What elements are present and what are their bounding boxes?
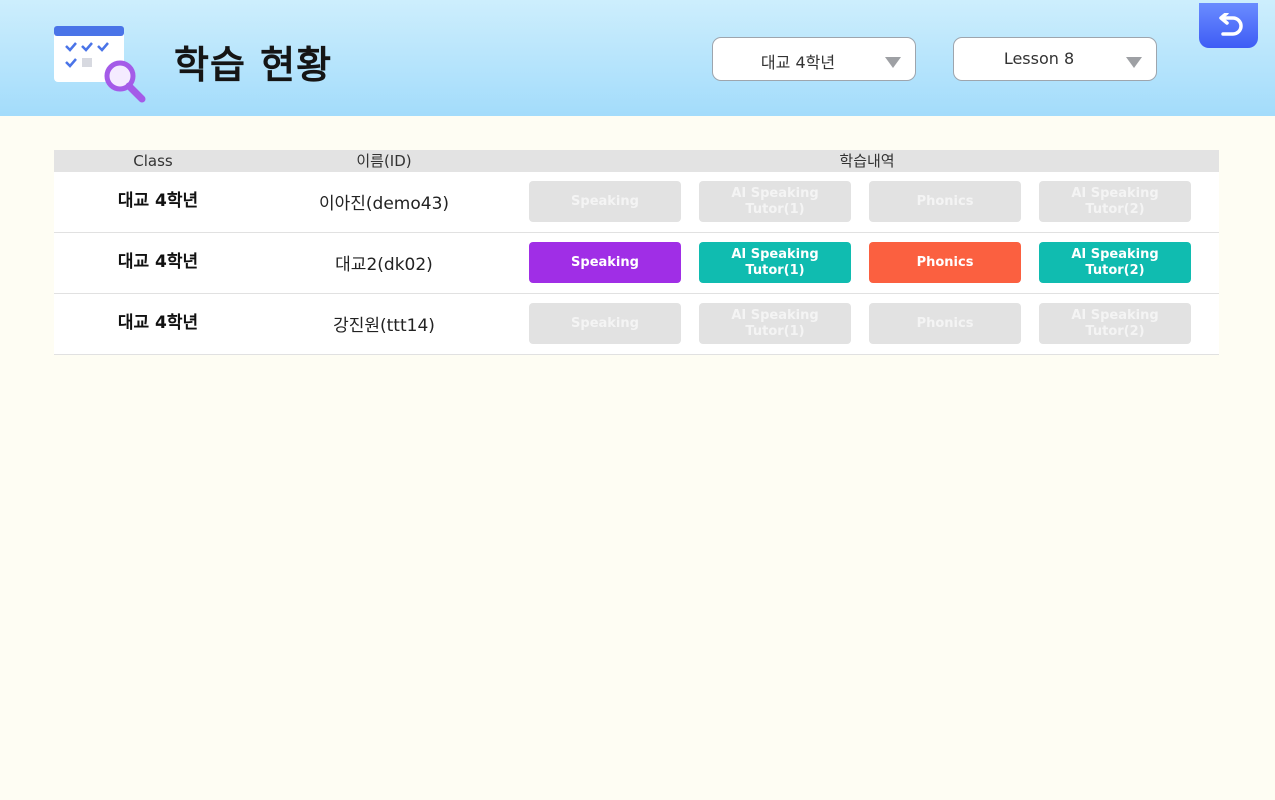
table-header: Class 이름(ID) 학습내역 — [54, 150, 1219, 172]
page-title: 학습 현황 — [174, 43, 333, 87]
ai-speaking-tutor-1-button[interactable]: AI Speaking Tutor(1) — [699, 242, 851, 283]
table-row: 대교 4학년 강진원(ttt14) Speaking AI Speaking T… — [54, 294, 1219, 355]
ai-speaking-tutor-1-button[interactable]: AI Speaking Tutor(1) — [699, 181, 851, 222]
student-name: 대교2(dk02) — [335, 255, 433, 275]
ai-speaking-tutor-1-button[interactable]: AI Speaking Tutor(1) — [699, 303, 851, 344]
ai-speaking-tutor-2-button[interactable]: AI Speaking Tutor(2) — [1039, 181, 1191, 222]
column-header-class: Class — [133, 152, 173, 170]
student-name: 강진원(ttt14) — [333, 316, 435, 336]
lesson-select-value: Lesson 8 — [1003, 49, 1075, 68]
header-bar: 학습 현황 대교 4학년 Lesson 8 — [0, 0, 1275, 116]
speaking-button[interactable]: Speaking — [529, 242, 681, 283]
table-row: 대교 4학년 대교2(dk02) Speaking AI Speaking Tu… — [54, 233, 1219, 294]
back-button[interactable] — [1199, 3, 1258, 48]
table-row: 대교 4학년 이아진(demo43) Speaking AI Speaking … — [54, 172, 1219, 233]
speaking-button[interactable]: Speaking — [529, 181, 681, 222]
student-class: 대교 4학년 — [117, 313, 199, 333]
lesson-select[interactable]: Lesson 8 — [953, 37, 1157, 81]
student-name: 이아진(demo43) — [318, 194, 450, 214]
undo-arrow-icon — [1218, 12, 1243, 36]
column-header-history: 학습내역 — [839, 152, 895, 170]
phonics-button[interactable]: Phonics — [869, 181, 1021, 222]
chevron-down-icon — [1126, 57, 1142, 68]
phonics-button[interactable]: Phonics — [869, 303, 1021, 344]
learning-status-table: Class 이름(ID) 학습내역 대교 4학년 이아진(demo43) Spe… — [54, 150, 1219, 355]
calendar-search-icon — [54, 26, 146, 103]
class-select[interactable]: 대교 4학년 — [712, 37, 916, 81]
ai-speaking-tutor-2-button[interactable]: AI Speaking Tutor(2) — [1039, 303, 1191, 344]
ai-speaking-tutor-2-button[interactable]: AI Speaking Tutor(2) — [1039, 242, 1191, 283]
chevron-down-icon — [885, 57, 901, 68]
column-header-name: 이름(ID) — [356, 152, 412, 170]
phonics-button[interactable]: Phonics — [869, 242, 1021, 283]
speaking-button[interactable]: Speaking — [529, 303, 681, 344]
student-class: 대교 4학년 — [117, 252, 199, 272]
class-select-value: 대교 4학년 — [760, 53, 836, 72]
student-class: 대교 4학년 — [117, 191, 199, 211]
